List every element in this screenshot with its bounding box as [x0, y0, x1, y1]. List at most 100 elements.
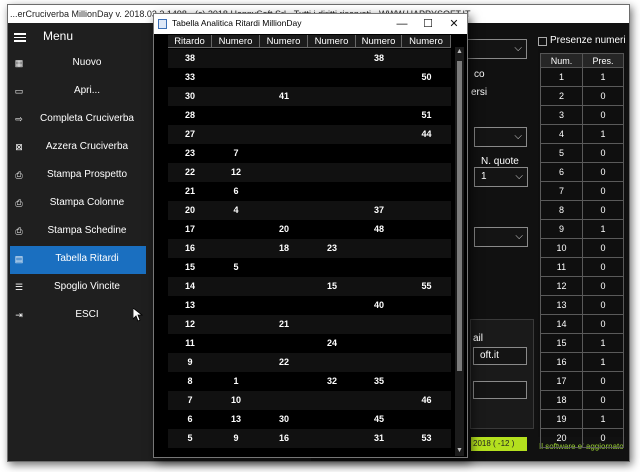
table-row[interactable]: 30 [540, 105, 625, 125]
numero-cell: 20 [278, 224, 289, 234]
numero-cell [402, 334, 451, 353]
table-row[interactable]: 16 1 [540, 352, 625, 372]
table-row[interactable]: 38 38 [168, 49, 451, 68]
menu-item-esci[interactable]: ⇥ ESCI [10, 302, 146, 330]
numero-cell [212, 87, 260, 106]
menu-item-spoglio-vincite[interactable]: ☰ Spoglio Vincite [10, 274, 146, 302]
table-row[interactable]: 16 18 23 [168, 239, 451, 258]
table-row[interactable]: 14 15 55 [168, 277, 451, 296]
table-row[interactable]: 30 41 [168, 87, 451, 106]
numero-cell [260, 182, 308, 201]
maximize-icon[interactable]: ☐ [417, 16, 439, 32]
table-row[interactable]: 8 1 32 35 [168, 372, 451, 391]
nquote-select[interactable]: 1 ⌵ [474, 167, 528, 187]
close-icon[interactable]: ✕ [443, 16, 465, 32]
presenze-checkbox[interactable] [538, 37, 547, 46]
numero-cell [356, 315, 402, 334]
table-row[interactable]: 13 0 [540, 295, 625, 315]
dialog-titlebar[interactable]: Tabella Analitica Ritardi MillionDay — ☐… [154, 14, 467, 34]
presenze-count-cell: 0 [581, 428, 625, 448]
numero-cell [308, 315, 356, 334]
table-row[interactable]: 80 [540, 200, 625, 220]
column-header[interactable]: Numero [212, 35, 260, 48]
menu-item-completa-cruciverba[interactable]: ⇨ Completa Cruciverba [10, 106, 146, 134]
table-row[interactable]: 9 22 [168, 353, 451, 372]
numero-cell [260, 334, 308, 353]
table-row[interactable]: 20 [540, 86, 625, 106]
menu-item-label: Stampa Prospetto [46, 169, 128, 180]
menu-item-tabella-ritardi[interactable]: ▤ Tabella Ritardi [10, 246, 146, 274]
minimize-icon[interactable]: — [391, 16, 413, 32]
numero-cell [308, 68, 356, 87]
numero-cell [308, 87, 356, 106]
table-row[interactable]: 12 0 [540, 276, 625, 296]
numero-cell [260, 296, 308, 315]
table-row[interactable]: 17 0 [540, 371, 625, 391]
numero-cell [356, 125, 402, 144]
table-row[interactable]: 15 1 [540, 333, 625, 353]
numero-cell [402, 220, 451, 239]
table-row[interactable]: 20 4 37 [168, 201, 451, 220]
table-row[interactable]: 18 0 [540, 390, 625, 410]
table-row[interactable]: 5 9 16 31 53 [168, 429, 451, 448]
options-select[interactable]: ⌵ [474, 127, 527, 147]
menu-item-stampa-prospetto[interactable]: ⎙ Stampa Prospetto [10, 162, 146, 190]
top-select[interactable]: ⌵ [467, 39, 527, 59]
presenze-num-cell: 3 [540, 105, 583, 125]
table-row[interactable]: 91 [540, 219, 625, 239]
table-row[interactable]: 70 [540, 181, 625, 201]
scroll-thumb[interactable] [457, 61, 462, 371]
menu-item-nuovo[interactable]: ▦ Nuovo [10, 50, 146, 78]
menu-item-azzera-cruciverba[interactable]: ⊠ Azzera Cruciverba [10, 134, 146, 162]
dialog-title: Tabella Analitica Ritardi MillionDay [172, 18, 302, 28]
table-row[interactable]: 13 40 [168, 296, 451, 315]
menu-item-stampa-colonne[interactable]: ⎙ Stampa Colonne [10, 190, 146, 218]
scroll-down-icon[interactable]: ▼ [455, 446, 464, 456]
table-row[interactable]: 6 13 30 45 [168, 410, 451, 429]
column-header[interactable]: Numero [260, 35, 308, 48]
table-row[interactable]: 11 24 [168, 334, 451, 353]
column-header[interactable]: Numero [402, 35, 451, 48]
numero-cell [356, 391, 402, 410]
table-row[interactable]: 17 20 48 [168, 220, 451, 239]
table-row[interactable]: 15 5 [168, 258, 451, 277]
numero-cell: 24 [326, 338, 337, 348]
table-row[interactable]: 7 10 46 [168, 391, 451, 410]
ritardo-cell: 22 [184, 167, 195, 177]
table-row[interactable]: 22 12 [168, 163, 451, 182]
table-row[interactable]: 21 6 [168, 182, 451, 201]
site-field[interactable]: oft.it [473, 347, 527, 365]
table-row[interactable]: 60 [540, 162, 625, 182]
table-row[interactable]: 41 [540, 124, 625, 144]
table-row[interactable]: 50 [540, 143, 625, 163]
presenze-num-cell: 12 [540, 276, 583, 296]
extra-select[interactable]: ⌵ [474, 227, 528, 247]
table-row[interactable]: 20 0 [540, 428, 625, 448]
numero-cell: 6 [233, 186, 239, 196]
chevron-down-icon: ⌵ [514, 43, 522, 54]
menu-item-stampa-schedine[interactable]: ⎙ Stampa Schedine [10, 218, 146, 246]
table-row[interactable]: 33 50 [168, 68, 451, 87]
presenze-panel: Presenze numeri Num. Pres. 1120304150607… [538, 35, 626, 448]
scroll-up-icon[interactable]: ▲ [455, 47, 464, 57]
numero-cell [260, 106, 308, 125]
table-row[interactable]: 19 1 [540, 409, 625, 429]
numero-cell: 23 [326, 243, 337, 253]
table-row[interactable]: 11 [540, 67, 625, 87]
table-row[interactable]: 27 44 [168, 125, 451, 144]
menu-item-apri[interactable]: ▭ Apri... [10, 78, 146, 106]
numero-cell [308, 429, 356, 448]
column-header[interactable]: Ritardo [168, 35, 212, 48]
table-row[interactable]: 12 21 [168, 315, 451, 334]
numero-cell [212, 68, 260, 87]
table-row[interactable]: 14 0 [540, 314, 625, 334]
hamburger-icon[interactable] [14, 33, 26, 42]
column-header[interactable]: Numero [356, 35, 402, 48]
dialog-scrollbar[interactable]: ▲ ▼ [455, 47, 464, 456]
table-row[interactable]: 11 0 [540, 257, 625, 277]
table-row[interactable]: 28 51 [168, 106, 451, 125]
table-row[interactable]: 10 0 [540, 238, 625, 258]
empty-field[interactable] [473, 381, 527, 399]
table-row[interactable]: 23 7 [168, 144, 451, 163]
column-header[interactable]: Numero [308, 35, 356, 48]
